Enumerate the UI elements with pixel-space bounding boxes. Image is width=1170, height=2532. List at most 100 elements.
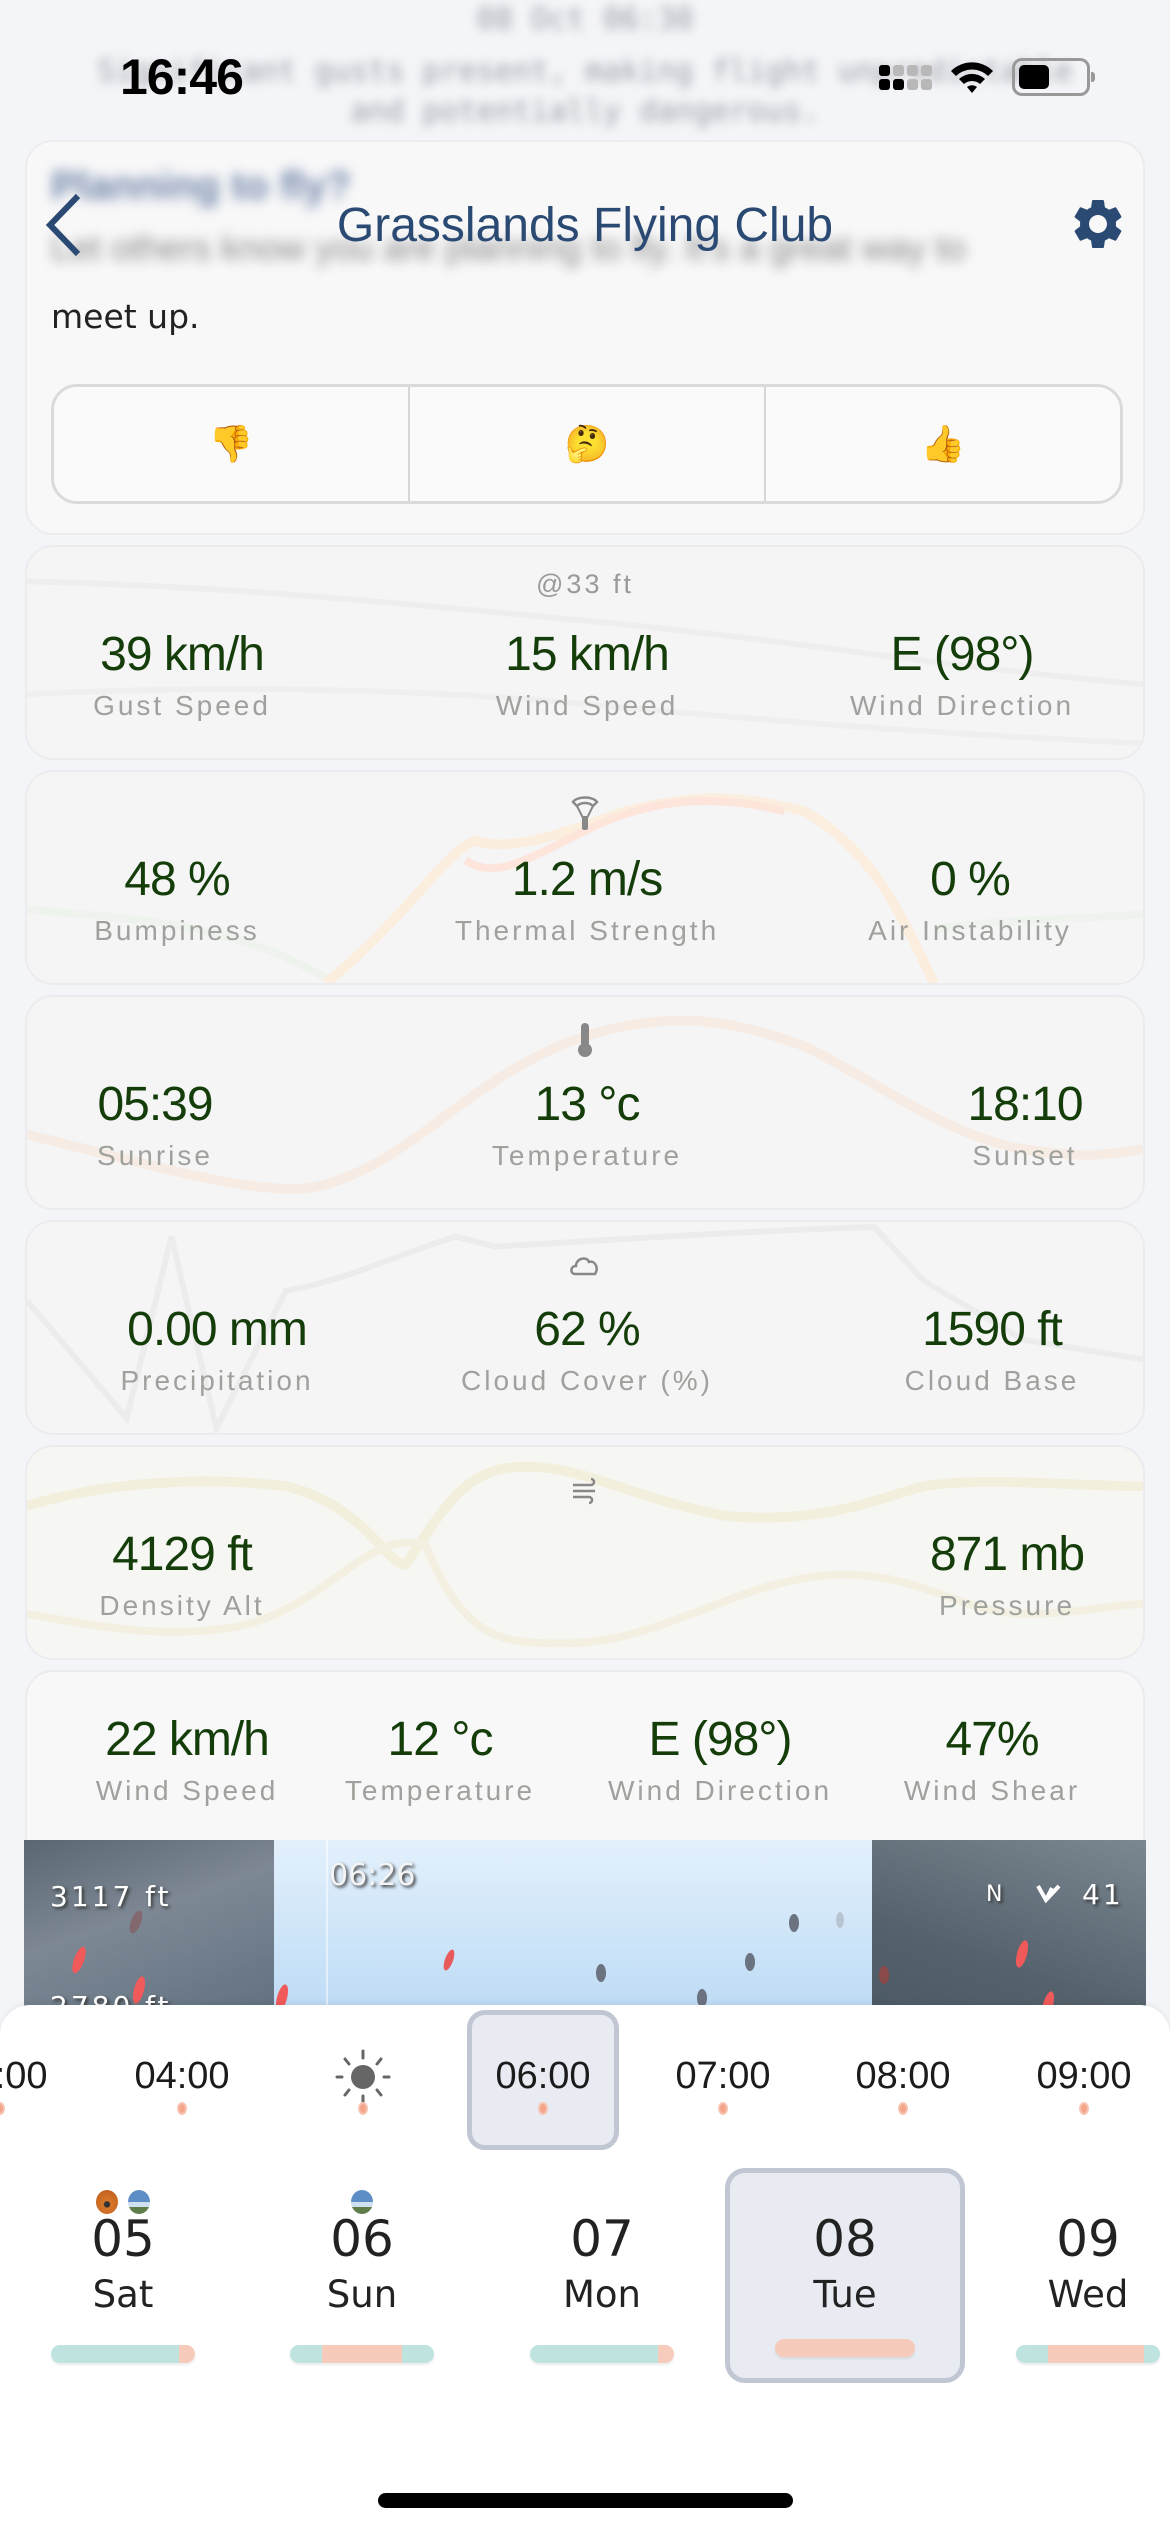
- status-time: 16:46: [120, 49, 244, 105]
- flyability-segment-good: [594, 2345, 610, 2363]
- hour-label: 04:00: [134, 2055, 230, 2097]
- flyability-segment-good: [131, 2345, 147, 2363]
- flyability-segment-good: [1032, 2345, 1048, 2363]
- hour-indicator-dot: [177, 2102, 187, 2115]
- status-bar: 16:46: [0, 0, 1170, 140]
- density-altitude-label: Density Alt: [99, 1590, 265, 1621]
- hour-item[interactable]: 03:00: [0, 2005, 80, 2155]
- wind-direction-label: Wind Direction: [849, 690, 1075, 721]
- hour-label: 03:00: [0, 2055, 48, 2097]
- day-item[interactable]: 05 Sat: [3, 2155, 243, 2385]
- flyability-segment-bad: [354, 2345, 370, 2363]
- day-number: 06: [330, 2210, 394, 2268]
- day-flyability-bar: [775, 2339, 915, 2357]
- altitude-wind-direction-label: Wind Direction: [607, 1775, 833, 1806]
- air-instability-value: 0 %: [930, 853, 1011, 906]
- altitude-wind-direction-value: E (98°): [648, 1713, 793, 1766]
- thermals-card[interactable]: 48 % Bumpiness 1.2 m/s Thermal Strength …: [25, 770, 1145, 985]
- day-number: 08: [813, 2210, 877, 2268]
- hour-item-sunrise[interactable]: [283, 2005, 443, 2155]
- time-selector-sheet: 03:00 04:00 06:00 07:0: [0, 2005, 1170, 2532]
- hour-indicator-dot: [1079, 2102, 1089, 2115]
- flyability-segment-good: [163, 2345, 179, 2363]
- gear-icon[interactable]: [1068, 194, 1128, 254]
- thermal-strength-value: 1.2 m/s: [511, 853, 663, 906]
- flyability-segment-good: [642, 2345, 658, 2363]
- atmosphere-card[interactable]: 4129 ft Density Alt 871 mb Pressure: [25, 1445, 1145, 1660]
- surface-wind-card[interactable]: @33 ft 39 km/h Gust Speed 15 km/h Wind S…: [25, 545, 1145, 760]
- hour-item[interactable]: 04:00: [102, 2005, 262, 2155]
- temperature-card[interactable]: 05:39 Sunrise 13 °c Temperature 18:10 Su…: [25, 995, 1145, 1210]
- thermometer-icon: [578, 1023, 592, 1057]
- flyability-segment-good: [147, 2345, 163, 2363]
- hour-indicator-dot: [358, 2102, 368, 2115]
- hour-indicator-dot: [898, 2102, 908, 2115]
- hour-selector[interactable]: 03:00 04:00 06:00 07:0: [0, 2005, 1170, 2155]
- sunrise-metric: 05:39 Sunrise: [97, 1077, 214, 1172]
- paraglider-icon: [571, 796, 599, 830]
- precipitation-value: 0.00 mm: [127, 1303, 308, 1356]
- air-instability-metric: 0 % Air Instability: [868, 852, 1072, 947]
- flyability-segment-bad: [1128, 2345, 1144, 2363]
- density-altitude-metric: 4129 ft Density Alt: [99, 1527, 264, 1622]
- sky-time-label: 06:26: [329, 1858, 416, 1893]
- flyability-segment-good: [626, 2345, 642, 2363]
- day-name: Tue: [813, 2273, 877, 2316]
- flyability-segment-bad: [370, 2345, 386, 2363]
- flyability-segment-good: [562, 2345, 578, 2363]
- flyability-segment-bad: [386, 2345, 402, 2363]
- hour-item[interactable]: 08:00: [823, 2005, 983, 2155]
- sunset-value: 18:10: [967, 1078, 1083, 1131]
- day-number: 05: [91, 2210, 155, 2268]
- hour-item-selected[interactable]: 06:00: [463, 2005, 623, 2155]
- vote-no-button[interactable]: 👎: [54, 387, 410, 501]
- hour-indicator-dot: [718, 2102, 728, 2115]
- cloud-base-metric: 1590 ft Cloud Base: [905, 1302, 1080, 1397]
- flyability-segment-good: [530, 2345, 546, 2363]
- vote-yes-button[interactable]: 👍: [766, 387, 1120, 501]
- thinking-face-icon: 🤔: [564, 423, 610, 464]
- day-item[interactable]: 06 Sun: [242, 2155, 482, 2385]
- cloud-cover-label: Cloud Cover (%): [461, 1365, 713, 1396]
- altitude-wind-speed-label: Wind Speed: [95, 1775, 279, 1806]
- sun-icon: [335, 2049, 391, 2105]
- day-item[interactable]: 09 Wed: [968, 2155, 1170, 2385]
- altitude-temperature-metric: 12 °c Temperature: [345, 1712, 535, 1807]
- wind-speed-value: 15 km/h: [505, 628, 670, 681]
- day-item-selected[interactable]: 08 Tue: [725, 2155, 965, 2385]
- flyability-segment-good: [51, 2345, 67, 2363]
- density-altitude-value: 4129 ft: [112, 1528, 253, 1581]
- vote-maybe-button[interactable]: 🤔: [410, 387, 766, 501]
- wifi-icon: [951, 62, 993, 93]
- flyability-segment-bad: [658, 2345, 674, 2363]
- day-flyability-bar: [51, 2345, 195, 2363]
- hour-label: 06:00: [495, 2055, 591, 2097]
- flyability-segment-bad: [883, 2339, 900, 2357]
- altitude-wind-speed-value: 22 km/h: [105, 1713, 270, 1766]
- flyability-segment-bad: [179, 2345, 195, 2363]
- flyability-segment-bad: [775, 2339, 791, 2357]
- day-selector[interactable]: 05 Sat 06 Sun 07 Mon 08 Tue 09 Wed: [0, 2155, 1170, 2405]
- thermal-strength-metric: 1.2 m/s Thermal Strength: [455, 852, 719, 947]
- cloud-base-value: 1590 ft: [922, 1303, 1063, 1356]
- day-item[interactable]: 07 Mon: [482, 2155, 722, 2385]
- wind-shear-metric: 47% Wind Shear: [904, 1712, 1080, 1807]
- cellular-signal-icon: [879, 64, 932, 90]
- wind-speed-metric: 15 km/h Wind Speed: [496, 627, 679, 722]
- temperature-metric: 13 °c Temperature: [492, 1077, 682, 1172]
- thumbs-down-icon: 👎: [208, 423, 254, 464]
- status-icons: [879, 58, 1095, 96]
- clouds-card[interactable]: 0.00 mm Precipitation 62 % Cloud Cover (…: [25, 1220, 1145, 1435]
- hour-item[interactable]: 09:00: [1004, 2005, 1164, 2155]
- page-title: Grasslands Flying Club: [336, 199, 834, 252]
- home-indicator[interactable]: [378, 2493, 793, 2508]
- air-instability-label: Air Instability: [868, 915, 1072, 946]
- pressure-value: 871 mb: [929, 1528, 1085, 1581]
- battery-icon: [1012, 58, 1095, 96]
- hour-item[interactable]: 07:00: [643, 2005, 803, 2155]
- altitude-temperature-label: Temperature: [344, 1775, 536, 1806]
- cloud-icon: [570, 1257, 598, 1276]
- pressure-metric: 871 mb Pressure: [929, 1527, 1085, 1622]
- flyability-segment-good: [115, 2345, 131, 2363]
- flyability-segment-bad: [868, 2339, 884, 2357]
